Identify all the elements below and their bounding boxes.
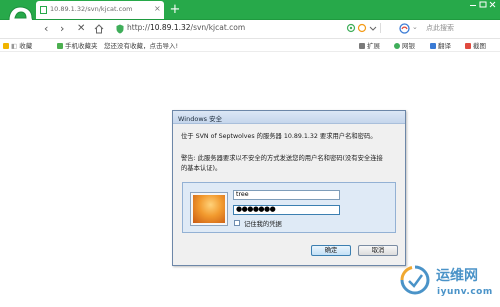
window-controls-icon[interactable] [466,0,496,10]
translate-label: 翻译 [438,42,451,50]
search-engine-dropdown-icon[interactable]: ⌄ [412,23,418,31]
password-field[interactable]: ●●●●●●● [233,205,340,215]
user-picture-icon [193,195,225,223]
mobile-favorites-label: 手机收藏夹 [65,42,98,50]
translate-icon [430,43,436,49]
security-shield-icon [116,24,124,34]
phone-icon [57,43,63,49]
bookmarks-bar: ◧ 收藏 手机收藏夹 您还没有收藏，点击导入! 扩展 网银 翻译 截图 [0,39,500,52]
warning-message-line1: 警告: 此服务器要求以不安全的方式发送您的用户名和密码(没有安全连接 [181,155,383,162]
favorites-label: 收藏 [19,42,33,50]
watermark-domain: iyunv.com [437,287,493,297]
url-host: 10.89.1.32 [149,23,191,32]
scissors-icon [465,43,471,49]
screenshot-label: 截图 [473,42,486,50]
warning-message-line2: 的基本认证)。 [181,165,222,172]
dialog-title-bar[interactable]: Windows 安全 [173,111,405,124]
remember-credentials-label: 记住我的凭据 [244,221,282,228]
online-banking-label: 网银 [402,42,415,50]
cancel-button[interactable]: 取消 [358,245,398,256]
dialog-title: Windows 安全 [178,115,223,123]
tab-active[interactable]: 10.89.1.32/svn/kjcat.com × [36,1,164,19]
mobile-favorites-item[interactable]: 手机收藏夹 [57,40,98,50]
star-icon [3,43,9,49]
username-field[interactable]: tree [233,190,340,200]
back-icon[interactable]: ‹ [44,22,48,36]
page-favicon-icon [40,6,47,14]
translate-menu[interactable]: 翻译 [430,40,451,50]
address-bar[interactable]: http://10.89.1.32/svn/kjcat.com [113,22,366,36]
stop-reload-icon[interactable]: ✕ [77,22,85,36]
search-box[interactable]: ⌄ 点此搜索 [398,22,498,35]
windows-security-dialog: Windows 安全 位于 SVN of Septwolves 的服务器 10.… [172,110,406,266]
url-scheme: http:// [127,23,150,32]
extensions-label: 扩展 [367,42,380,50]
extensions-icon [359,43,365,49]
tab-title: 10.89.1.32/svn/kjcat.com [50,5,133,13]
forward-icon[interactable]: › [60,22,64,36]
ok-button[interactable]: 确定 [311,245,351,256]
watermark-logo-icon [400,265,430,295]
search-engine-icon[interactable] [399,23,410,34]
credential-tile[interactable]: tree ●●●●●●● 记住我的凭据 [182,182,396,233]
url-path: /svn/kjcat.com [190,23,246,32]
screenshot-menu[interactable]: 截图 [465,40,486,50]
import-favorites-link[interactable]: 您还没有收藏，点击导入! [104,40,178,50]
search-placeholder: 点此搜索 [426,24,454,32]
view-icon: ◧ [11,42,18,50]
favorites-menu[interactable]: ◧ 收藏 [3,40,32,50]
watermark-title: 运维网 [436,268,478,284]
user-avatar [190,192,228,226]
bank-shield-icon [394,43,400,49]
server-message: 位于 SVN of Septwolves 的服务器 10.89.1.32 要求用… [181,133,377,140]
remember-credentials-checkbox[interactable] [234,220,240,226]
url-text[interactable]: http://10.89.1.32/svn/kjcat.com [127,23,245,32]
address-bar-tools-icon[interactable] [346,22,386,34]
new-tab-button[interactable]: + [169,1,181,18]
online-banking-menu[interactable]: 网银 [394,40,415,50]
tab-close-icon[interactable]: × [154,4,161,13]
home-icon[interactable] [94,24,104,34]
extensions-menu[interactable]: 扩展 [359,40,380,50]
